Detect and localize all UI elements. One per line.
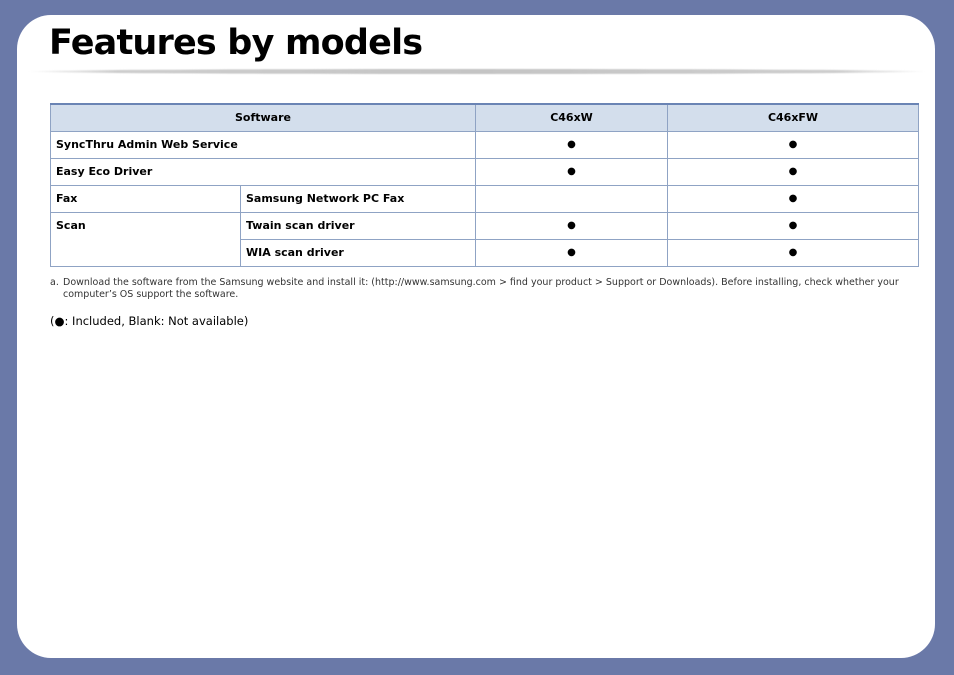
table-row: Easy Eco Driver ● ●: [50, 157, 919, 186]
row-group-label: Scan: [50, 211, 241, 267]
header-software: Software: [50, 103, 476, 132]
row-label: Easy Eco Driver: [50, 157, 476, 186]
table-header-row: Software C46xW C46xFW: [50, 103, 919, 132]
availability-mark-a: ●: [475, 130, 668, 159]
header-model-b: C46xFW: [667, 103, 919, 132]
row-label: Samsung Network PC Fax: [240, 184, 476, 213]
table-row: SyncThru Admin Web Service ● ●: [50, 130, 919, 159]
footnote-marker: a.: [50, 277, 59, 288]
availability-mark-b: ●: [667, 238, 919, 267]
row-label: Twain scan driver: [240, 211, 476, 240]
features-table: Software C46xW C46xFW SyncThru Admin Web…: [50, 103, 919, 267]
availability-mark-b: ●: [667, 184, 919, 213]
footnote-text: Download the software from the Samsung w…: [63, 277, 899, 300]
page-title: Features by models: [49, 23, 423, 63]
header-model-a: C46xW: [475, 103, 668, 132]
availability-mark-a: ●: [475, 157, 668, 186]
footnote: a. Download the software from the Samsun…: [50, 277, 900, 301]
title-divider: [27, 69, 927, 74]
availability-mark-a: ●: [475, 238, 668, 267]
document-page: Features by models Software C46xW C46xFW…: [17, 15, 935, 658]
row-group-label: Fax: [50, 184, 241, 213]
table-row: Fax Samsung Network PC Fax ●: [50, 184, 919, 213]
availability-mark-b: ●: [667, 130, 919, 159]
availability-mark-a: ●: [475, 211, 668, 240]
legend-note: (●: Included, Blank: Not available): [50, 314, 249, 328]
availability-mark-a: [475, 184, 668, 213]
row-label: WIA scan driver: [240, 238, 476, 267]
table-row: Scan Twain scan driver ● ●: [50, 211, 919, 267]
row-label: SyncThru Admin Web Service: [50, 130, 476, 159]
availability-mark-b: ●: [667, 157, 919, 186]
availability-mark-b: ●: [667, 211, 919, 240]
